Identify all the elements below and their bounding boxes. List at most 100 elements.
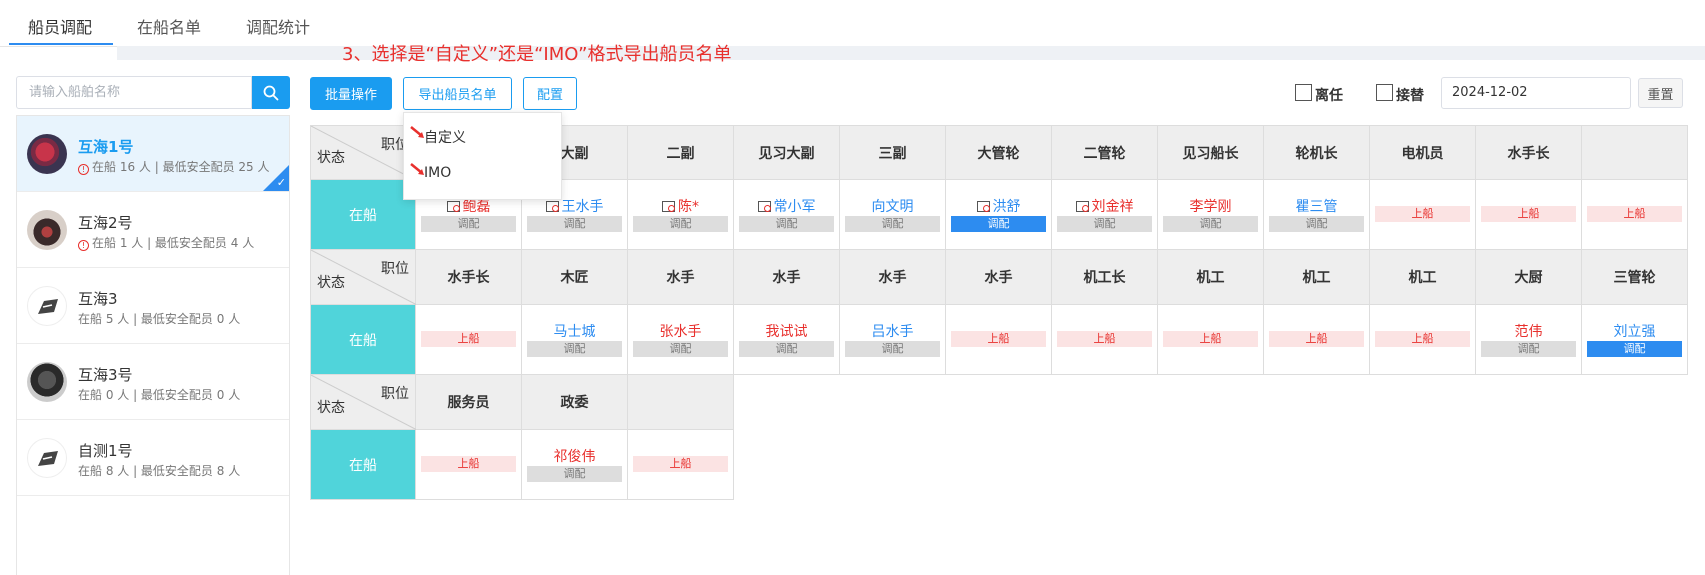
crew-cell: 吕水手 调配 xyxy=(840,305,946,375)
ship-item[interactable]: 自测1号 在船 8 人 | 最低安全配员 8 人 xyxy=(17,420,289,496)
ship-item[interactable]: 互海3 在船 5 人 | 最低安全配员 0 人 xyxy=(17,268,289,344)
position-header: 电机员 xyxy=(1370,125,1476,180)
crew-member-name[interactable]: 我试试 xyxy=(734,321,839,341)
batch-operation-button[interactable]: 批量操作 xyxy=(310,77,392,110)
resign-checkbox[interactable] xyxy=(1295,84,1312,101)
ship-placeholder-icon xyxy=(38,451,58,466)
divider xyxy=(0,46,117,47)
crew-member-name[interactable]: 刘金祥 xyxy=(1052,196,1157,216)
crew-member-name[interactable]: 张水手 xyxy=(628,321,733,341)
tab-crew-allocation[interactable]: 船员调配 xyxy=(28,14,92,38)
adjust-button[interactable]: 调配 xyxy=(845,216,940,232)
adjust-button[interactable]: 调配 xyxy=(633,216,728,232)
crew-name-text: 刘立强 xyxy=(1613,324,1656,340)
crew-cell: 上船 xyxy=(1158,305,1264,375)
adjust-button[interactable]: 调配 xyxy=(1269,216,1364,232)
ship-item[interactable]: 互海2号 ! 在船 1 人 | 最低安全配员 4 人 xyxy=(17,192,289,268)
crew-member-name[interactable]: 向文明 xyxy=(840,196,945,216)
crew-name-text: 陈* xyxy=(678,199,699,215)
resign-label: 离任 xyxy=(1315,88,1343,104)
adjust-button[interactable]: 调配 xyxy=(951,216,1046,232)
board-button[interactable]: 上船 xyxy=(1587,206,1682,222)
ship-avatar xyxy=(27,210,67,250)
ship-avatar xyxy=(27,286,67,326)
ship-name: 互海3号 xyxy=(78,366,133,384)
config-button[interactable]: 配置 xyxy=(523,77,577,110)
crew-member-name[interactable]: 吕水手 xyxy=(840,321,945,341)
ship-search-input[interactable] xyxy=(16,76,252,109)
ship-avatar xyxy=(27,362,67,402)
crew-cell: 范伟 调配 xyxy=(1476,305,1582,375)
crew-member-name[interactable]: 常小军 xyxy=(734,196,839,216)
board-button[interactable]: 上船 xyxy=(1057,331,1152,347)
crew-member-name[interactable]: 马士城 xyxy=(522,321,627,341)
check-icon: ✓ xyxy=(276,176,286,189)
crew-member-name[interactable]: 李学刚 xyxy=(1158,196,1263,216)
crew-cell: 张水手 调配 xyxy=(628,305,734,375)
export-crew-list-button[interactable]: 导出船员名单 xyxy=(403,77,512,110)
crew-member-name[interactable]: 陈* xyxy=(628,196,733,216)
status-onboard-cell: 在船 xyxy=(310,180,416,250)
ship-avatar xyxy=(27,438,67,478)
crew-member-name[interactable]: 祁俊伟 xyxy=(522,446,627,466)
crew-name-text: 王水手 xyxy=(561,199,604,215)
crew-member-name[interactable]: 范伟 xyxy=(1476,321,1581,341)
adjust-button[interactable]: 调配 xyxy=(739,216,834,232)
adjust-button[interactable]: 调配 xyxy=(527,341,622,357)
crew-member-name[interactable]: 洪舒 xyxy=(946,196,1051,216)
board-button[interactable]: 上船 xyxy=(421,456,516,472)
adjust-button[interactable]: 调配 xyxy=(739,341,834,357)
ship-name: 互海2号 xyxy=(78,214,133,232)
position-header: 轮机长 xyxy=(1264,125,1370,180)
corner-status-label: 状态 xyxy=(317,275,345,291)
board-button[interactable]: 上船 xyxy=(1269,331,1364,347)
crew-cell: 上船 xyxy=(1582,180,1688,250)
crew-cell: 常小军 调配 xyxy=(734,180,840,250)
date-input[interactable]: 2024-12-02 xyxy=(1441,77,1631,109)
board-button[interactable]: 上船 xyxy=(1375,331,1470,347)
board-button[interactable]: 上船 xyxy=(951,331,1046,347)
board-button[interactable]: 上船 xyxy=(633,456,728,472)
crew-name-text: 向文明 xyxy=(871,199,914,215)
tab-allocation-stats[interactable]: 调配统计 xyxy=(246,14,310,38)
crew-cell: 陈* 调配 xyxy=(628,180,734,250)
crew-name-text: 范伟 xyxy=(1514,324,1543,340)
export-imo-option[interactable]: IMO xyxy=(424,165,451,181)
relieve-checkbox[interactable] xyxy=(1376,84,1393,101)
crew-member-name[interactable]: 瞿三管 xyxy=(1264,196,1369,216)
adjust-button[interactable]: 调配 xyxy=(1163,216,1258,232)
adjust-button[interactable]: 调配 xyxy=(1481,341,1576,357)
adjust-button[interactable]: 调配 xyxy=(1057,216,1152,232)
crew-member-name[interactable]: 刘立强 xyxy=(1582,321,1687,341)
ship-item[interactable]: 互海3号 在船 0 人 | 最低安全配员 0 人 xyxy=(17,344,289,420)
position-header: 水手 xyxy=(840,250,946,305)
board-button[interactable]: 上船 xyxy=(421,331,516,347)
crew-cell: 上船 xyxy=(416,305,522,375)
ship-crew-count: 在船 16 人 | 最低安全配员 25 人 xyxy=(92,160,270,174)
adjust-button[interactable]: 调配 xyxy=(527,466,622,482)
adjust-button[interactable]: 调配 xyxy=(633,341,728,357)
crew-cell: 上船 xyxy=(628,430,734,500)
adjust-button[interactable]: 调配 xyxy=(1587,341,1682,357)
board-button[interactable]: 上船 xyxy=(1481,206,1576,222)
crew-cell: 瞿三管 调配 xyxy=(1264,180,1370,250)
adjust-button[interactable]: 调配 xyxy=(527,216,622,232)
export-custom-option[interactable]: 自定义 xyxy=(424,127,466,147)
search-button[interactable] xyxy=(252,76,290,109)
certificate-icon xyxy=(1075,201,1089,212)
crew-cell: 上船 xyxy=(1370,305,1476,375)
ship-crew-count: 在船 0 人 | 最低安全配员 0 人 xyxy=(78,388,241,402)
board-button[interactable]: 上船 xyxy=(1375,206,1470,222)
adjust-button[interactable]: 调配 xyxy=(421,216,516,232)
tab-onboard-list[interactable]: 在船名单 xyxy=(137,14,201,38)
crew-cell: 上船 xyxy=(1264,305,1370,375)
ship-name: 互海3 xyxy=(78,290,118,308)
ship-name: 自测1号 xyxy=(78,442,133,460)
board-button[interactable]: 上船 xyxy=(1163,331,1258,347)
position-status-corner: 职位 状态 xyxy=(310,375,417,430)
warning-icon: ! xyxy=(78,240,89,251)
ship-avatar xyxy=(27,134,67,174)
ship-item[interactable]: 互海1号 ! 在船 16 人 | 最低安全配员 25 人 ✓ xyxy=(17,116,289,192)
reset-button[interactable]: 重置 xyxy=(1638,78,1683,108)
adjust-button[interactable]: 调配 xyxy=(845,341,940,357)
